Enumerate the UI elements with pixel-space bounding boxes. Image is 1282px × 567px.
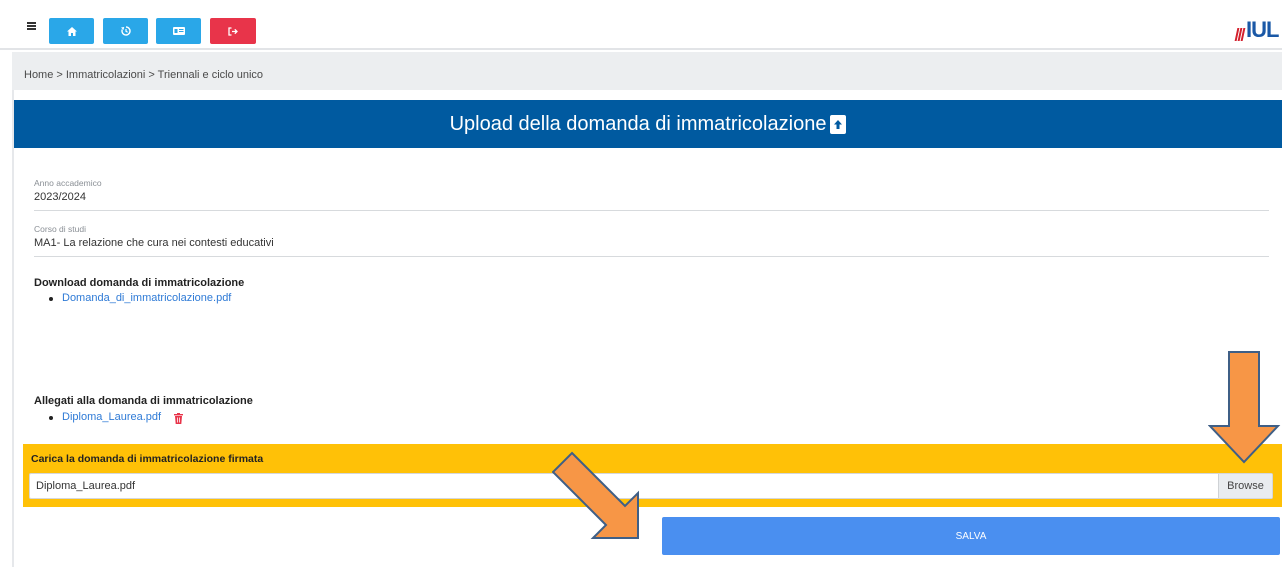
logout-button[interactable] [210,18,256,44]
content-left-border [12,90,14,567]
attachment-file-link[interactable]: Diploma_Laurea.pdf [62,411,161,423]
browse-button[interactable]: Browse [1218,474,1272,498]
file-upload-input[interactable] [29,473,1273,499]
id-card-icon [172,27,185,35]
course-label: Corso di studi [34,224,86,234]
history-button[interactable] [103,18,148,44]
divider [34,256,1269,257]
history-icon [120,26,131,36]
academic-year-value: 2023/2024 [34,191,86,203]
home-button[interactable] [49,18,94,44]
panel-header: Upload della domanda di immatricolazione [14,100,1282,148]
save-button[interactable]: SALVA [662,517,1280,555]
annotation-arrow-diagonal-icon [552,451,639,539]
iul-logo[interactable]: IUL [1234,17,1279,47]
trash-icon[interactable] [174,413,183,424]
list-bullet [49,416,53,420]
annotation-arrow-down-icon [1208,351,1281,464]
download-section-title: Download domanda di immatricolazione [34,277,245,289]
logo-stripes-icon [1234,21,1246,47]
course-value: MA1- La relazione che cura nei contesti … [34,237,274,249]
academic-year-label: Anno accademico [34,178,102,188]
id-card-button[interactable] [156,18,201,44]
file-upload-icon [830,114,847,134]
divider [34,210,1269,211]
page-title: Upload della domanda di immatricolazione [449,112,827,135]
upload-section-title: Carica la domanda di immatricolazione fi… [31,453,264,465]
logout-icon [228,26,238,36]
logo-text: IUL [1246,17,1279,42]
selected-file-name: Diploma_Laurea.pdf [36,480,136,492]
home-icon [66,26,77,36]
breadcrumb: Home > Immatricolazioni > Triennali e ci… [24,69,264,81]
attachments-section-title: Allegati alla domanda di immatricolazion… [34,395,253,407]
list-bullet [49,297,53,301]
download-application-link[interactable]: Domanda_di_immatricolazione.pdf [62,292,231,304]
hamburger-icon[interactable] [27,22,36,30]
